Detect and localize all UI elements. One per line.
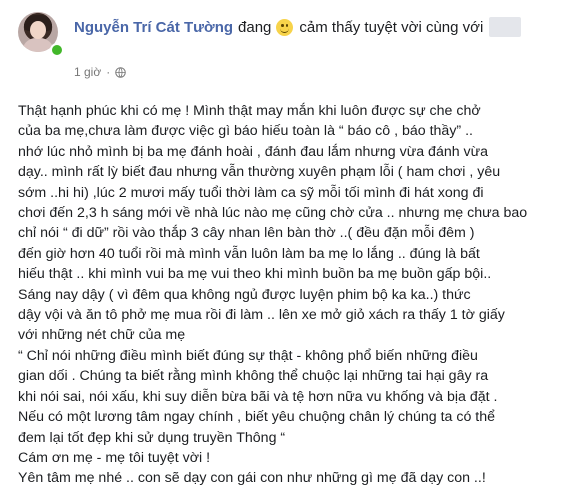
post-body-line: gian dối . Chúng ta biết rằng mình không… bbox=[18, 368, 489, 385]
post-body: Thật hạnh phúc khi có mẹ ! Mình thật may… bbox=[18, 101, 574, 489]
post-body-line: đến giờ hơn 40 tuổi rồi mà mình vẫn luôn… bbox=[18, 245, 480, 262]
post-header: Nguyễn Trí Cát Tường đang cảm thấy tuyệt… bbox=[74, 16, 522, 38]
feeling-text: cảm thấy tuyệt vời cùng với bbox=[299, 18, 484, 36]
post-body-line: với những nét chữ của mẹ bbox=[18, 327, 186, 344]
post-meta: 1 giờ · bbox=[74, 65, 126, 79]
author-name-link[interactable]: Nguyễn Trí Cát Tường bbox=[74, 19, 233, 36]
post-body-line: khi nói sai, nói xấu, khi suy diễn bừa b… bbox=[18, 388, 498, 405]
meta-separator: · bbox=[106, 65, 111, 79]
post-body-line: chơi đến 2,3 h sáng mới về nhà lúc nào m… bbox=[18, 205, 528, 222]
tagged-user-blurred[interactable] bbox=[489, 17, 522, 37]
post-body-line: Thật hạnh phúc khi có mẹ ! Mình thật may… bbox=[18, 103, 481, 119]
post-body-line: đem lại tốt đẹp khi sử dụng truyền Thông… bbox=[18, 429, 286, 446]
facebook-post: Nguyễn Trí Cát Tường đang cảm thấy tuyệt… bbox=[0, 0, 580, 496]
avatar-face bbox=[30, 21, 46, 39]
post-body-line: Nếu có một lương tâm ngay chính , biết y… bbox=[18, 409, 496, 426]
post-body-line: chỉ nói “ đi dữ” rồi vào thắp 3 cây nhan… bbox=[18, 225, 475, 242]
smiling-face-icon bbox=[276, 18, 294, 36]
post-body-line: “ Chỉ nói những điều mình biết đúng sự t… bbox=[18, 347, 478, 364]
post-body-line: của ba mẹ,chưa làm được việc gì báo hiếu… bbox=[18, 123, 473, 140]
post-body-line: dạy.. mình rất lỳ biết đau nhưng vẫn thư… bbox=[18, 164, 501, 181]
post-body-line: Cám ơn mẹ - mẹ tôi tuyệt vời ! bbox=[18, 449, 211, 466]
post-body-line: nhớ lúc nhỏ mình bị ba mẹ đánh hoài , đá… bbox=[18, 143, 489, 160]
online-status-dot bbox=[50, 43, 64, 57]
post-timestamp-link[interactable]: 1 giờ bbox=[74, 65, 101, 79]
post-body-line: sớm ..hi hi) ,lúc 2 mươi mấy tuổi thời l… bbox=[18, 184, 484, 201]
post-body-line: Sáng nay dậy ( vì đêm qua không ngủ được… bbox=[18, 286, 471, 303]
feeling-prefix: đang bbox=[238, 18, 272, 36]
globe-icon[interactable] bbox=[115, 66, 126, 78]
post-body-line: dậy vội và ăn tô phở mẹ mua rồi đi làm .… bbox=[18, 307, 505, 324]
post-body-line: hiếu thật .. khi mình vui ba mẹ vui theo… bbox=[18, 266, 492, 283]
post-body-line: Yên tâm mẹ nhé .. con sẽ dạy con gái con… bbox=[18, 470, 486, 487]
